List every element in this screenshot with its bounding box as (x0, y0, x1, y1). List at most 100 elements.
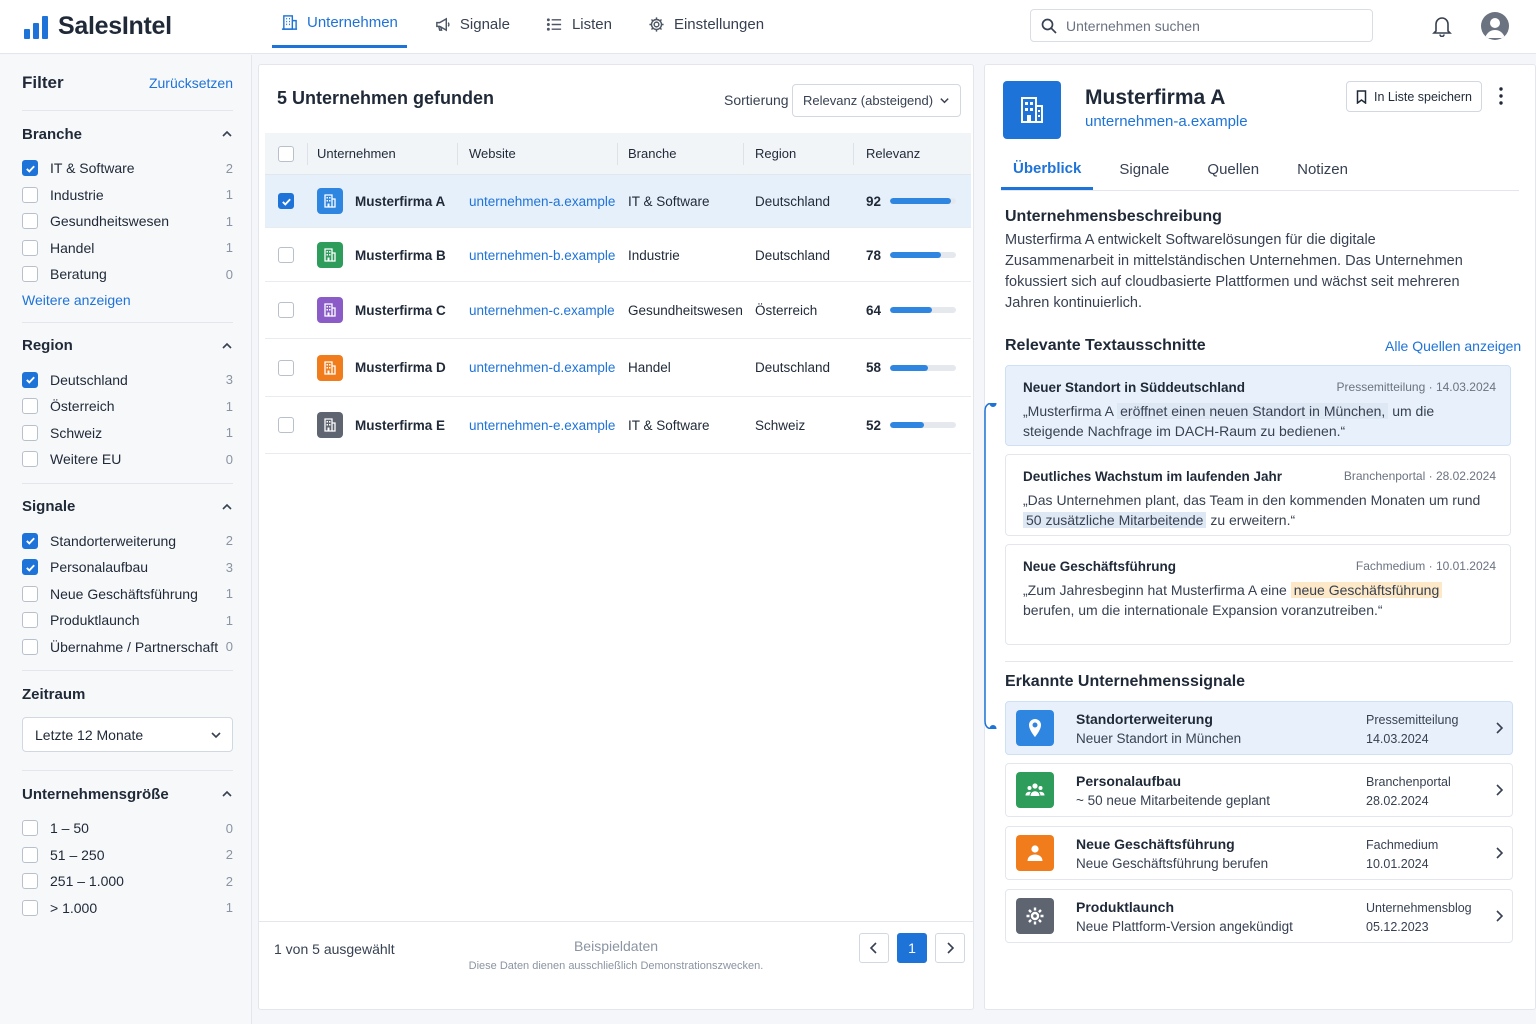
company-name[interactable]: Musterfirma B (355, 248, 446, 263)
text-snippet-card[interactable]: Deutliches Wachstum im laufenden Jahr Bra… (1005, 454, 1511, 536)
table-row[interactable]: Musterfirma C unternehmen-c.example Gesu… (265, 282, 971, 339)
filter-option[interactable]: 1 – 50 0 (22, 815, 233, 842)
section-header[interactable]: Region (22, 323, 233, 367)
filter-checkbox[interactable] (22, 612, 38, 629)
filter-option[interactable]: Übernahme / Partnerschaft 0 (22, 634, 233, 661)
filter-option[interactable]: Schweiz 1 (22, 420, 233, 447)
company-website-link[interactable]: unternehmen-e.example (469, 397, 615, 453)
filter-checkbox[interactable] (22, 638, 38, 655)
table-row[interactable]: Musterfirma A unternehmen-a.example IT &… (265, 175, 971, 228)
chevron-up-icon[interactable] (221, 501, 233, 513)
company-website-link[interactable]: unternehmen-b.example (469, 229, 615, 281)
filter-option[interactable]: IT & Software 2 (22, 155, 233, 182)
filter-checkbox[interactable] (22, 239, 38, 256)
page-button-current[interactable]: 1 (897, 933, 927, 963)
nav-signale[interactable]: Signale (425, 0, 519, 48)
signal-row[interactable]: Neue Geschäftsführung Neue Geschäftsführ… (1005, 826, 1513, 880)
section-header[interactable]: Signale (22, 484, 233, 528)
filter-option[interactable]: > 1.000 1 (22, 895, 233, 922)
nav-listen[interactable]: Listen (537, 0, 621, 48)
filter-option[interactable]: Gesundheitswesen 1 (22, 208, 233, 235)
filter-option[interactable]: Weitere EU 0 (22, 446, 233, 473)
signal-row[interactable]: Personalaufbau ~ 50 neue Mitarbeitende g… (1005, 763, 1513, 817)
text-snippet-card[interactable]: Neue Geschäftsführung Fachmedium · 10.01.… (1005, 544, 1511, 645)
section-header[interactable]: Branche (22, 111, 233, 155)
tab-ueberblick[interactable]: Überblick (1001, 149, 1094, 190)
company-name[interactable]: Musterfirma E (355, 418, 445, 433)
avatar[interactable] (1481, 12, 1509, 40)
row-checkbox[interactable] (278, 417, 294, 433)
filter-checkbox[interactable] (22, 371, 38, 388)
nav-unternehmen[interactable]: Unternehmen (272, 0, 407, 48)
save-to-list-button[interactable]: In Liste speichern (1346, 81, 1482, 112)
bell-icon[interactable] (1432, 15, 1452, 37)
tab-quellen[interactable]: Quellen (1195, 149, 1271, 190)
filter-option[interactable]: Beratung 0 (22, 261, 233, 288)
filter-checkbox[interactable] (22, 266, 38, 283)
chevron-up-icon[interactable] (221, 340, 233, 352)
company-name[interactable]: Musterfirma C (355, 303, 446, 318)
table-row[interactable]: Musterfirma E unternehmen-e.example IT &… (265, 397, 971, 454)
search-box[interactable] (1030, 9, 1373, 42)
col-header-branche[interactable]: Branche (628, 133, 676, 174)
company-website-link[interactable]: unternehmen-d.example (469, 339, 615, 396)
filter-checkbox[interactable] (22, 532, 38, 549)
filter-option[interactable]: 51 – 250 2 (22, 842, 233, 869)
search-input[interactable] (1066, 17, 1356, 34)
filter-checkbox[interactable] (22, 585, 38, 602)
more-options-icon[interactable] (1498, 86, 1504, 106)
chevron-up-icon[interactable] (221, 128, 233, 140)
sort-select[interactable]: Relevanz (absteigend) (792, 84, 961, 117)
col-header-unternehmen[interactable]: Unternehmen (317, 133, 396, 174)
text-snippet-card[interactable]: Neuer Standort in Süddeutschland Pressemi… (1005, 365, 1511, 446)
tab-signale[interactable]: Signale (1107, 149, 1181, 190)
filter-checkbox[interactable] (22, 559, 38, 576)
filter-option[interactable]: Österreich 1 (22, 393, 233, 420)
filter-checkbox[interactable] (22, 398, 38, 415)
filter-checkbox[interactable] (22, 820, 38, 837)
zeitraum-select[interactable]: Letzte 12 Monate (22, 717, 233, 752)
signal-row[interactable]: Produktlaunch Neue Plattform-Version ang… (1005, 889, 1513, 943)
filter-checkbox[interactable] (22, 451, 38, 468)
tab-notizen[interactable]: Notizen (1285, 149, 1360, 190)
prev-page-button[interactable] (859, 933, 889, 963)
filter-option[interactable]: Standorterweiterung 2 (22, 528, 233, 555)
show-more-link[interactable]: Weitere anzeigen (22, 292, 233, 308)
row-checkbox[interactable] (278, 193, 294, 209)
row-checkbox[interactable] (278, 247, 294, 263)
company-website-link[interactable]: unternehmen-a.example (1085, 113, 1248, 130)
filter-checkbox[interactable] (22, 873, 38, 890)
company-name[interactable]: Musterfirma A (355, 194, 445, 209)
filter-option[interactable]: Neue Geschäftsführung 1 (22, 581, 233, 608)
all-sources-link[interactable]: Alle Quellen anzeigen (1385, 338, 1521, 354)
filter-option[interactable]: Industrie 1 (22, 182, 233, 209)
filter-option[interactable]: Personalaufbau 3 (22, 554, 233, 581)
nav-einstellungen[interactable]: Einstellungen (639, 0, 773, 48)
col-header-relevanz[interactable]: Relevanz (866, 133, 920, 174)
next-page-button[interactable] (935, 933, 965, 963)
filter-checkbox[interactable] (22, 160, 38, 177)
filter-checkbox[interactable] (22, 846, 38, 863)
company-website-link[interactable]: unternehmen-c.example (469, 282, 615, 338)
filter-checkbox[interactable] (22, 899, 38, 916)
row-checkbox[interactable] (278, 302, 294, 318)
filter-checkbox[interactable] (22, 213, 38, 230)
row-checkbox[interactable] (278, 359, 294, 376)
col-header-website[interactable]: Website (469, 133, 516, 174)
reset-filters-link[interactable]: Zurücksetzen (149, 75, 233, 91)
filter-option[interactable]: Produktlaunch 1 (22, 607, 233, 634)
company-name[interactable]: Musterfirma D (355, 360, 446, 375)
logo[interactable]: SalesIntel (24, 12, 172, 41)
filter-checkbox[interactable] (22, 186, 38, 203)
table-row[interactable]: Musterfirma D unternehmen-d.example Hand… (265, 339, 971, 397)
filter-option[interactable]: 251 – 1.000 2 (22, 868, 233, 895)
signal-row[interactable]: Standorterweiterung Neuer Standort in Mü… (1005, 701, 1513, 755)
filter-option[interactable]: Deutschland 3 (22, 367, 233, 394)
company-website-link[interactable]: unternehmen-a.example (469, 175, 615, 227)
chevron-up-icon[interactable] (221, 788, 233, 800)
select-all-checkbox[interactable] (278, 145, 294, 162)
filter-checkbox[interactable] (22, 424, 38, 441)
filter-option[interactable]: Handel 1 (22, 235, 233, 262)
table-row[interactable]: Musterfirma B unternehmen-b.example Indu… (265, 229, 971, 282)
section-header[interactable]: Unternehmensgröße (22, 771, 233, 815)
